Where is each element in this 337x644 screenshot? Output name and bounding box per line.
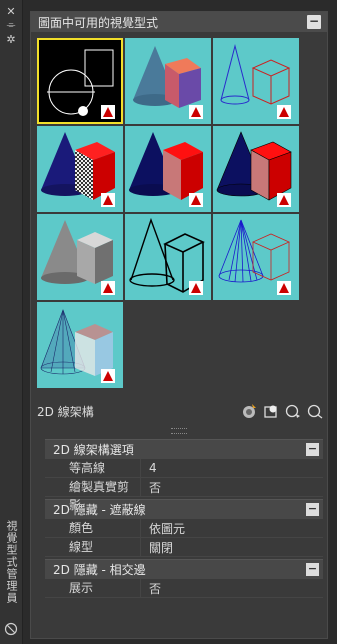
export-to-palette-icon[interactable] [285,403,301,419]
current-style-name: 2D 線架構 [37,404,94,419]
property-group-header: 2D 隱藏 - 相交邊 − [45,559,323,579]
palette-title: 視覺型式管理員 [5,520,18,604]
collapse-gallery-button[interactable]: − [307,15,321,29]
style-tile-x-ray[interactable] [37,302,123,388]
property-row[interactable]: 線型 關閉 [45,538,323,557]
collapse-group-button[interactable]: − [306,563,319,576]
splitter-grip[interactable] [171,428,187,434]
style-tile-sketchy[interactable] [125,214,211,300]
property-group-2d-wireframe: 2D 線架構選項 − 等高線 4 繪製真實剪影 否 [45,439,323,512]
visual-styles-panel: 圖面中可用的視覺型式 − 2D 線架構 2D 線架構選項 − 等高線 4 繪製真… [30,11,328,639]
gallery-header: 圖面中可用的視覺型式 − [31,12,327,32]
property-row[interactable]: 展示 否 [45,579,323,598]
autohide-icon[interactable]: ⌯ [0,18,22,32]
style-tile-2d-wireframe[interactable] [37,38,123,124]
style-tile-shaded[interactable] [125,126,211,212]
delete-style-icon[interactable] [307,403,323,419]
style-tile-shades-of-gray[interactable] [37,214,123,300]
property-row[interactable]: 顏色 依圖元 [45,519,323,538]
collapse-group-button[interactable]: − [306,503,319,516]
palette-sidebar: ✕ ⌯ ✲ 視覺型式管理員 [0,0,23,644]
property-group-header: 2D 線架構選項 − [45,439,323,459]
property-group-intersection-edges: 2D 隱藏 - 相交邊 − 展示 否 [45,559,323,598]
property-row[interactable]: 繪製真實剪影 否 [45,478,323,512]
style-tile-realistic[interactable] [37,126,123,212]
apply-to-viewport-icon[interactable] [263,403,279,419]
style-tile-conceptual[interactable] [125,38,211,124]
visual-style-gallery [37,38,301,388]
palette-menu-icon[interactable] [4,622,18,636]
style-tile-shaded-edges[interactable] [213,126,299,212]
close-icon[interactable]: ✕ [0,4,22,18]
property-group-obscured-lines: 2D 隱藏 - 遮蔽線 − 顏色 依圖元 線型 關閉 [45,499,323,557]
property-group-header: 2D 隱藏 - 遮蔽線 − [45,499,323,519]
gallery-title: 圖面中可用的視覺型式 [38,15,159,30]
style-tile-wireframe[interactable] [213,214,299,300]
property-row[interactable]: 等高線 4 [45,459,323,478]
style-properties: 2D 線架構選項 − 等高線 4 繪製真實剪影 否 2D 隱藏 - 遮蔽線 − … [37,437,323,598]
create-style-icon[interactable] [241,403,257,419]
current-style-bar: 2D 線架構 [37,401,323,421]
style-tile-hidden[interactable] [213,38,299,124]
collapse-group-button[interactable]: − [306,443,319,456]
properties-icon[interactable]: ✲ [0,32,22,46]
